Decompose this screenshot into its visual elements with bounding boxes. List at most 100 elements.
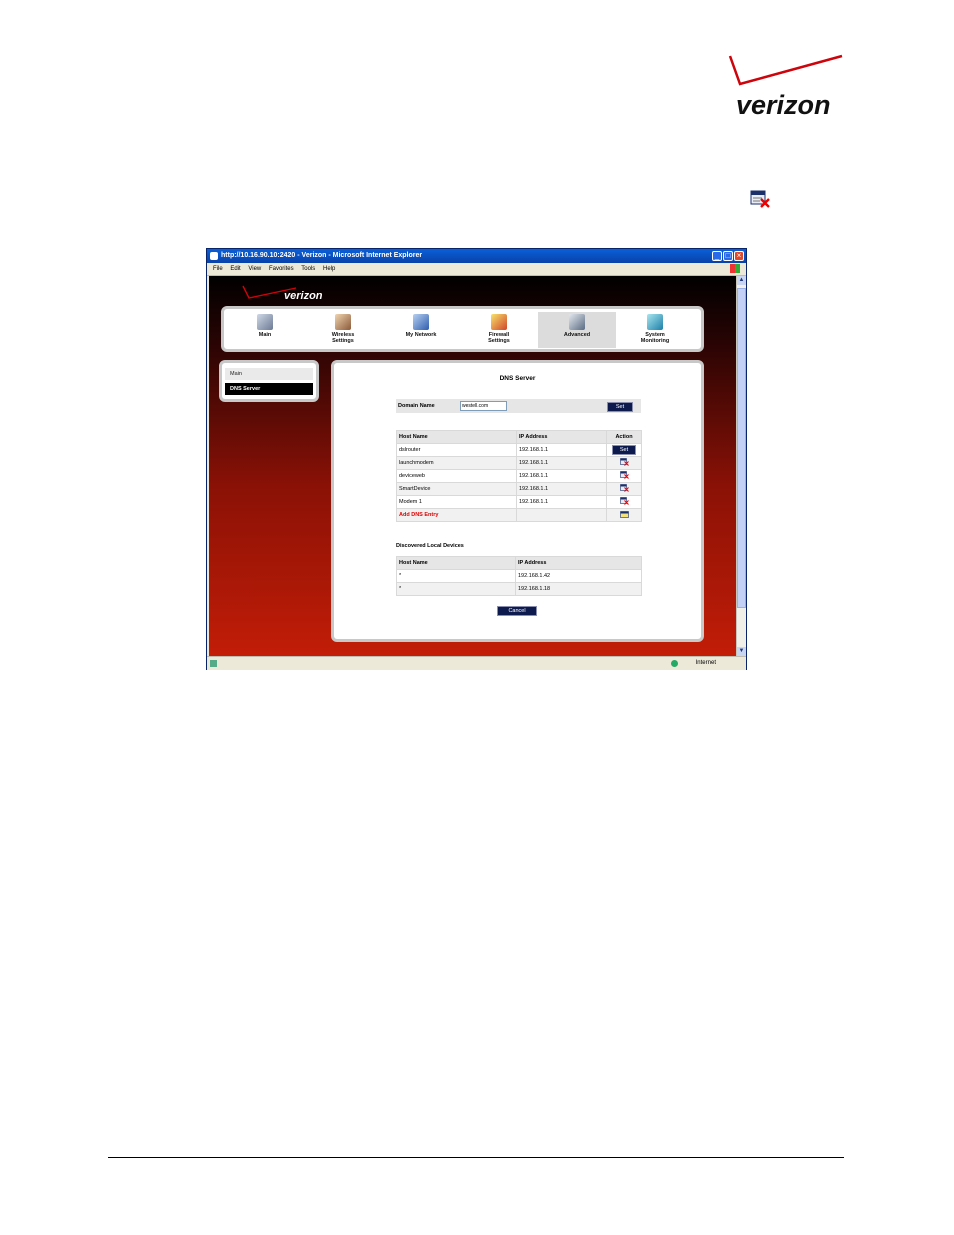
app-verizon-logo: verizon (242, 285, 323, 302)
menu-view[interactable]: View (248, 266, 261, 272)
host-name-cell: dslrouter (396, 443, 517, 457)
scroll-up-icon[interactable]: ▲ (737, 276, 746, 285)
ip-cell: 192.168.1.1 (516, 495, 607, 509)
action-cell: Set (606, 443, 642, 457)
ip-cell: 192.168.1.1 (516, 469, 607, 483)
col-ip-address: IP Address (515, 556, 642, 570)
verizon-logo: verizon (728, 54, 843, 120)
nav-main[interactable]: Main (226, 312, 304, 348)
host-name-cell: deviceweb (396, 469, 517, 483)
maximize-button[interactable]: □ (723, 251, 733, 261)
discovered-devices-table: Host Name IP Address * 192.168.1.42 * 19… (396, 556, 642, 596)
action-cell (606, 508, 642, 522)
add-dns-entry-link[interactable]: Add DNS Entry (396, 508, 517, 522)
delete-entry-icon (750, 190, 770, 208)
menu-file[interactable]: File (213, 266, 223, 272)
host-name-cell: * (396, 569, 516, 583)
table-row: * 192.168.1.18 (396, 582, 642, 596)
table-row: * 192.168.1.42 (396, 569, 642, 583)
page-title: DNS Server (499, 375, 536, 382)
col-host-name: Host Name (396, 556, 516, 570)
security-zone-label: Internet (695, 660, 716, 666)
scroll-down-icon[interactable]: ▼ (737, 647, 746, 656)
nav-my-network[interactable]: My Network (382, 312, 460, 348)
firewall-icon (491, 314, 507, 330)
status-bar: Internet (207, 656, 746, 670)
ip-cell: 192.168.1.42 (515, 569, 642, 583)
host-name-cell: SmartDevice (396, 482, 517, 496)
nav-main-label: Main (258, 332, 272, 338)
empty-cell (516, 508, 607, 522)
verizon-logo-text: verizon (736, 90, 831, 120)
ip-cell: 192.168.1.1 (516, 482, 607, 496)
domain-name-label: Domain Name (398, 403, 435, 409)
action-cell (606, 456, 642, 470)
wireless-icon (335, 314, 351, 330)
ip-cell: 192.168.1.18 (515, 582, 642, 596)
title-bar: http://10.16.90.10:2420 - Verizon - Micr… (207, 249, 746, 263)
delete-icon[interactable] (619, 497, 629, 505)
menu-bar: File Edit View Favorites Tools Help (207, 263, 746, 276)
window-title: http://10.16.90.10:2420 - Verizon - Micr… (221, 252, 423, 259)
domain-name-row: Domain Name westell.com Set (396, 399, 641, 413)
add-entry-icon[interactable] (619, 510, 629, 518)
table-header-row: Host Name IP Address Action (396, 430, 642, 444)
windows-flag-icon (730, 264, 740, 273)
host-name-cell: launchmodem (396, 456, 517, 470)
monitoring-icon (647, 314, 663, 330)
nav-monitoring-label2: Monitoring (640, 338, 670, 344)
cancel-button[interactable]: Cancel (497, 606, 537, 616)
network-icon (413, 314, 429, 330)
domain-name-input[interactable]: westell.com (460, 401, 507, 411)
internet-zone-icon (671, 660, 678, 667)
host-set-button[interactable]: Set (612, 445, 636, 455)
host-name-cell: Modem 1 (396, 495, 517, 509)
col-action: Action (606, 430, 642, 444)
table-row: Modem 1 192.168.1.1 (396, 495, 642, 509)
dns-server-panel: DNS Server Domain Name westell.com Set H… (331, 360, 704, 642)
col-ip-address: IP Address (516, 430, 607, 444)
app-logo-text: verizon (284, 290, 323, 302)
page-icon (210, 660, 217, 667)
table-row: deviceweb 192.168.1.1 (396, 469, 642, 483)
nav-firewall-label2: Settings (488, 338, 510, 344)
add-entry-row: Add DNS Entry (396, 508, 642, 522)
ip-cell: 192.168.1.1 (516, 443, 607, 457)
main-icon (257, 314, 273, 330)
delete-icon[interactable] (619, 458, 629, 466)
nav-advanced[interactable]: Advanced (538, 312, 616, 348)
footer-divider (108, 1157, 844, 1158)
nav-network-label: My Network (405, 332, 437, 338)
table-header-row: Host Name IP Address (396, 556, 642, 570)
col-host-name: Host Name (396, 430, 517, 444)
scroll-thumb[interactable] (737, 288, 746, 608)
side-navigation: Main DNS Server (219, 360, 319, 402)
menu-help[interactable]: Help (323, 266, 335, 272)
menu-favorites[interactable]: Favorites (269, 266, 294, 272)
delete-icon[interactable] (619, 471, 629, 479)
close-button[interactable]: × (734, 251, 744, 261)
ip-cell: 192.168.1.1 (516, 456, 607, 470)
discovered-devices-title: Discovered Local Devices (396, 543, 464, 549)
dns-hosts-table: Host Name IP Address Action dslrouter 19… (396, 430, 642, 522)
minimize-button[interactable]: _ (712, 251, 722, 261)
menu-edit[interactable]: Edit (230, 266, 240, 272)
delete-icon[interactable] (619, 484, 629, 492)
nav-system-monitoring[interactable]: System Monitoring (616, 312, 694, 348)
nav-firewall-settings[interactable]: Firewall Settings (460, 312, 538, 348)
table-row: launchmodem 192.168.1.1 (396, 456, 642, 470)
menu-tools[interactable]: Tools (301, 266, 315, 272)
sidebar-item-dns-server[interactable]: DNS Server (225, 383, 313, 395)
action-cell (606, 482, 642, 496)
host-name-cell: * (396, 582, 516, 596)
action-cell (606, 495, 642, 509)
table-row: dslrouter 192.168.1.1 Set (396, 443, 642, 457)
domain-set-button[interactable]: Set (607, 402, 633, 412)
sidebar-item-main[interactable]: Main (225, 368, 313, 380)
vertical-scrollbar[interactable]: ▲ ▼ (736, 276, 746, 656)
ie-icon (210, 252, 218, 260)
nav-wireless-settings[interactable]: Wireless Settings (304, 312, 382, 348)
nav-advanced-label: Advanced (563, 332, 591, 338)
nav-wireless-label2: Settings (332, 338, 354, 344)
table-row: SmartDevice 192.168.1.1 (396, 482, 642, 496)
